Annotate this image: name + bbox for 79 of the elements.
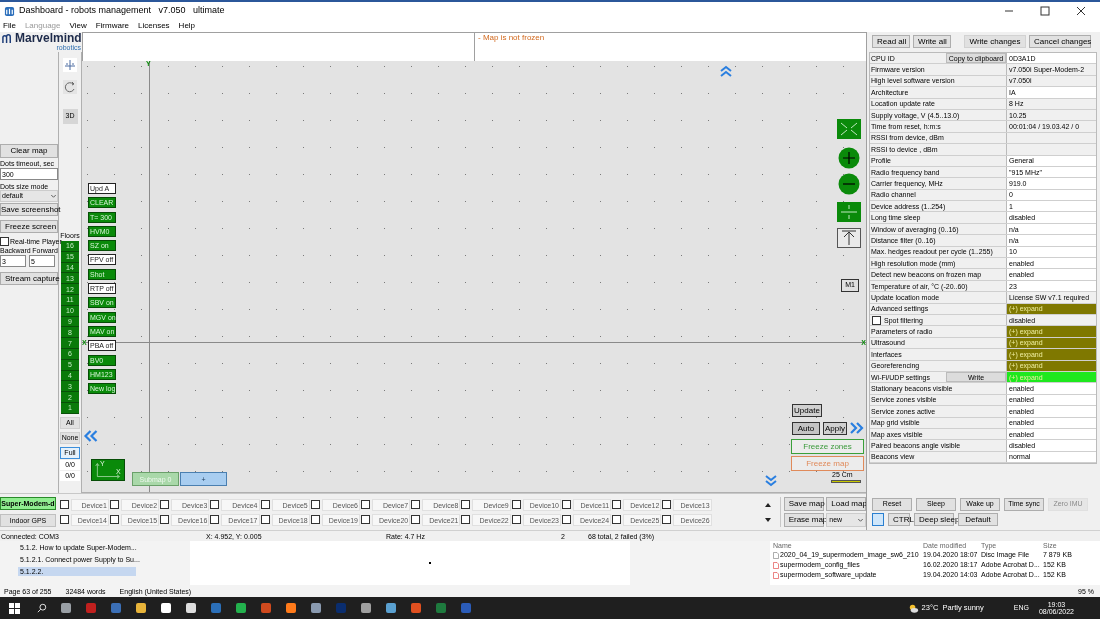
menu-item[interactable]: Licenses	[138, 22, 170, 30]
checkbox[interactable]	[0, 237, 9, 246]
double-chevron-right-icon[interactable]	[848, 421, 864, 435]
app-icon[interactable]	[310, 602, 322, 614]
checkbox[interactable]	[109, 515, 119, 524]
chevron-down-icon	[51, 194, 56, 198]
rotate-icon[interactable]	[63, 80, 77, 94]
double-chevron-up-icon[interactable]	[719, 64, 733, 78]
app-icon[interactable]	[235, 602, 247, 614]
app-icon[interactable]	[360, 602, 372, 614]
app-icon[interactable]	[185, 602, 197, 614]
close-icon[interactable]	[1076, 6, 1086, 16]
double-chevron-left-icon[interactable]	[82, 429, 99, 443]
map-status-text: - Map is not frozen	[478, 34, 545, 44]
read-all-button[interactable]: Read all	[872, 35, 910, 48]
update-button[interactable]: Update	[792, 404, 822, 417]
write-all-button[interactable]: Write all	[913, 35, 951, 48]
checkbox[interactable]	[260, 500, 270, 509]
checkbox[interactable]	[160, 515, 170, 524]
color-swatch[interactable]	[872, 513, 884, 526]
zoom-out-icon[interactable]	[838, 173, 860, 195]
checkbox[interactable]	[662, 500, 672, 509]
auto-button[interactable]: Auto	[792, 422, 820, 435]
checkbox[interactable]	[612, 500, 622, 509]
zoom-in-icon[interactable]	[838, 147, 860, 169]
checkbox[interactable]	[210, 515, 220, 524]
checkbox[interactable]	[662, 515, 672, 524]
double-chevron-down-icon[interactable]	[764, 474, 778, 488]
app-icon[interactable]	[385, 602, 397, 614]
menu-item[interactable]: File	[3, 22, 16, 30]
checkbox[interactable]	[411, 515, 421, 524]
setting-value-cell[interactable]	[1007, 132, 1096, 144]
app-icon[interactable]	[135, 602, 147, 614]
app-icon	[4, 5, 15, 17]
checkbox[interactable]	[612, 515, 622, 524]
checkbox[interactable]	[310, 515, 320, 524]
search-icon[interactable]	[37, 603, 47, 613]
app-icon[interactable]	[60, 602, 72, 614]
checkbox[interactable]	[511, 500, 521, 509]
scale-bar	[831, 480, 861, 483]
stream-capture-button[interactable]: Stream capture	[0, 272, 58, 285]
windows-icon[interactable]	[9, 602, 20, 614]
collapse-icon[interactable]	[837, 119, 861, 139]
freeze-screen-button[interactable]: Freeze screen	[0, 220, 58, 233]
checkbox[interactable]	[561, 515, 571, 524]
checkbox[interactable]	[210, 500, 220, 509]
checkbox[interactable]	[260, 515, 270, 524]
checkbox[interactable]	[109, 500, 119, 509]
checkbox[interactable]	[361, 500, 370, 509]
checkbox[interactable]	[461, 500, 471, 509]
arrow-up-icon[interactable]	[837, 228, 861, 248]
device-action-button[interactable]: Default	[958, 513, 998, 526]
write-changes-button[interactable]: Write changes	[964, 35, 1026, 48]
app-icon[interactable]	[160, 602, 172, 614]
cancel-changes-button[interactable]: Cancel changes	[1029, 35, 1091, 48]
menu-item[interactable]: View	[69, 22, 87, 30]
checkbox[interactable]	[59, 515, 69, 524]
app-icon[interactable]	[285, 602, 297, 614]
logo-name: Marvelmind	[15, 32, 82, 44]
checkbox[interactable]	[160, 500, 170, 509]
weather-icon	[907, 602, 919, 614]
checkbox[interactable]	[511, 515, 521, 524]
checkbox[interactable]	[411, 500, 421, 509]
menu-item[interactable]: Help	[178, 22, 196, 30]
checkbox[interactable]	[59, 500, 69, 509]
maximize-icon[interactable]	[1040, 6, 1050, 16]
checkbox[interactable]	[310, 500, 320, 509]
checkbox[interactable]	[561, 500, 571, 509]
logo-icon	[1, 32, 14, 44]
checkbox[interactable]	[461, 515, 471, 524]
clear-map-button[interactable]: Clear map	[0, 144, 58, 158]
save-map-button[interactable]: Save map	[783, 497, 824, 511]
checkbox[interactable]	[872, 315, 881, 325]
checkbox[interactable]	[361, 515, 370, 524]
apply-button[interactable]: Apply	[823, 422, 847, 435]
window-title: Dashboard - robots management v7.050 ultimate	[19, 4, 225, 18]
chevron-down-icon	[858, 518, 864, 522]
setting-value-cell[interactable]	[1007, 144, 1096, 155]
menu-item[interactable]: Firmware	[95, 22, 130, 30]
